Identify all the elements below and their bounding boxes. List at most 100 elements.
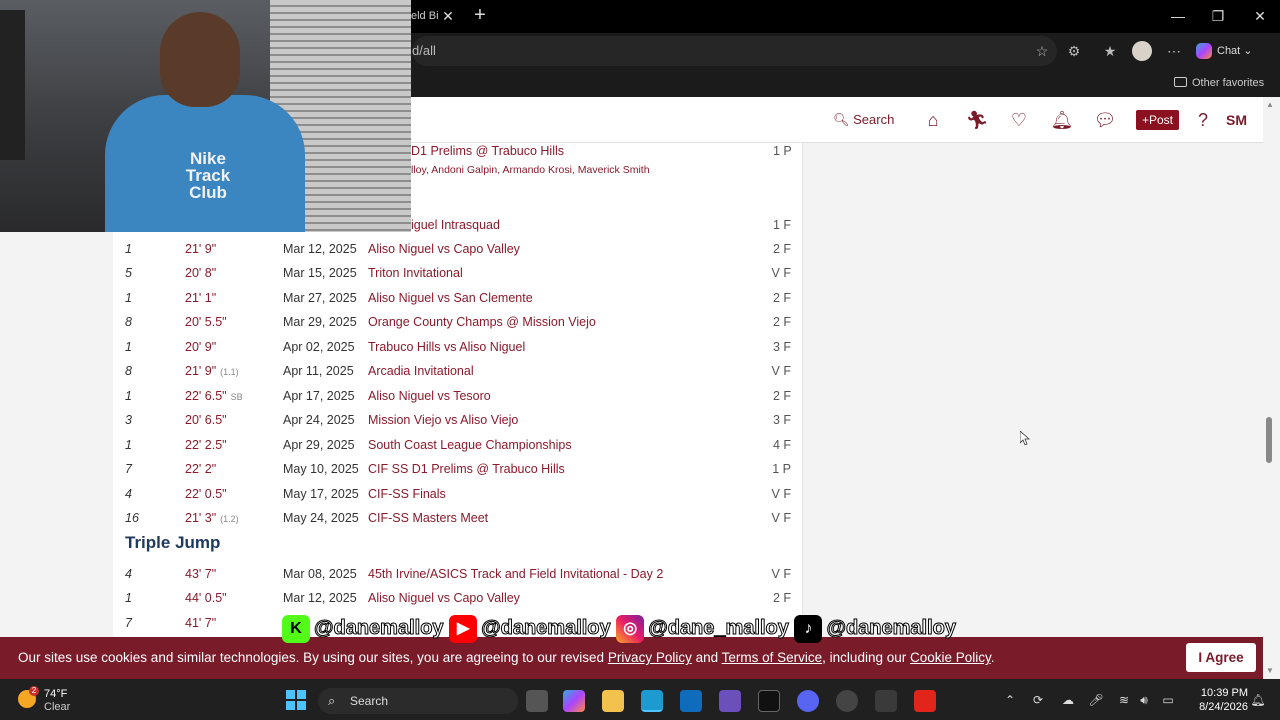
nav-search[interactable]: 🔍︎ Search bbox=[833, 109, 894, 131]
wifi-icon[interactable]: ≋ bbox=[1116, 691, 1132, 709]
post-button[interactable]: +Post bbox=[1136, 110, 1179, 130]
result-mark[interactable]: 41' 7" bbox=[185, 611, 220, 636]
athlete-link[interactable]: Andoni Galpin, bbox=[431, 164, 500, 176]
taskbar-search[interactable]: ⌕ Search bbox=[318, 688, 518, 714]
help-icon[interactable]: ? bbox=[1191, 108, 1215, 132]
close-window-icon[interactable]: ✕ bbox=[1250, 6, 1270, 26]
tab-close-icon[interactable]: ✕ bbox=[441, 5, 455, 27]
runner-icon[interactable]: 🏃︎ bbox=[965, 108, 989, 132]
result-mark[interactable]: 20' 8" bbox=[185, 261, 220, 286]
result-place: 7 bbox=[125, 462, 132, 477]
restore-icon[interactable]: ❐ bbox=[1208, 6, 1228, 26]
notifications-icon[interactable]: 🔔︎ bbox=[1250, 691, 1266, 709]
result-meet[interactable]: South Coast League Championships bbox=[368, 433, 572, 457]
minimize-icon[interactable]: — bbox=[1168, 6, 1188, 26]
result-meet[interactable]: Orange County Champs @ Mission Viejo bbox=[368, 310, 596, 334]
task-view-icon[interactable] bbox=[526, 690, 548, 712]
favorite-star-icon[interactable]: ☆ bbox=[1032, 41, 1052, 61]
result-mark[interactable]: 20' 9" bbox=[185, 335, 220, 360]
terms-link[interactable]: Terms of Service bbox=[722, 650, 823, 665]
url-field[interactable]: d/all bbox=[412, 36, 1057, 66]
result-date: Mar 27, 2025 bbox=[283, 290, 357, 305]
sync-icon[interactable]: ⟳ bbox=[1030, 691, 1046, 709]
result-meet[interactable]: CIF-SS Finals bbox=[368, 482, 446, 506]
cookie-policy-link[interactable]: Cookie Policy bbox=[910, 650, 991, 665]
result-meet[interactable]: Aliso Niguel vs San Clemente bbox=[368, 286, 533, 310]
discord-icon[interactable] bbox=[797, 690, 819, 712]
result-date: Apr 11, 2025 bbox=[283, 364, 354, 379]
result-mark[interactable]: 21' 1" bbox=[185, 286, 220, 311]
result-mark[interactable]: 22' 2" bbox=[185, 457, 220, 482]
result-meet[interactable]: CIF SS D1 Prelims @ Trabuco Hills bbox=[368, 457, 565, 481]
obs-icon[interactable] bbox=[836, 690, 858, 712]
partial-meet-link[interactable]: D1 Prelims @ Trabuco Hills bbox=[411, 141, 564, 161]
result-mark[interactable]: 21' 9" bbox=[185, 237, 220, 262]
mouse-cursor-icon bbox=[1020, 431, 1030, 445]
favorites-icon[interactable]: ★ bbox=[1100, 41, 1120, 61]
scroll-thumb[interactable] bbox=[1266, 417, 1272, 463]
microphone-icon[interactable]: 🎤︎ bbox=[1088, 691, 1104, 709]
tradingview-icon[interactable] bbox=[758, 690, 780, 712]
scroll-up-arrow-icon[interactable]: ▲ bbox=[1266, 100, 1276, 110]
result-mark[interactable]: 21' 9" (1.1) bbox=[185, 359, 239, 384]
result-meet[interactable]: Aliso Niguel vs Capo Valley bbox=[368, 586, 520, 610]
extensions-icon[interactable]: ⚙ bbox=[1064, 41, 1084, 61]
result-meet[interactable]: Trabuco Hills vs Aliso Niguel bbox=[368, 335, 525, 359]
result-date: Apr 24, 2025 bbox=[283, 413, 355, 428]
athlete-link[interactable]: Maverick Smith bbox=[578, 164, 650, 176]
agree-button[interactable]: I Agree bbox=[1186, 643, 1256, 672]
copilot-app-icon[interactable] bbox=[563, 690, 585, 712]
app-icon[interactable] bbox=[719, 690, 741, 712]
outlook-icon[interactable] bbox=[680, 690, 702, 712]
partial-meet-link-2[interactable]: iguel Intrasquad bbox=[411, 215, 500, 235]
result-meet[interactable]: Mission Viejo vs Aliso Viejo bbox=[368, 408, 518, 432]
athlete-link[interactable]: Armando Krosi, bbox=[502, 164, 574, 176]
result-mark[interactable]: 43' 7" bbox=[185, 562, 220, 587]
result-mark[interactable]: 44' 0.5" bbox=[185, 586, 231, 611]
result-meet[interactable]: 45th Irvine/ASICS Track and Field Invita… bbox=[368, 562, 663, 586]
result-mark[interactable]: 22' 2.5" bbox=[185, 433, 231, 458]
result-mark[interactable]: 22' 0.5" bbox=[185, 482, 231, 507]
result-date: Mar 12, 2025 bbox=[283, 242, 357, 256]
result-meet[interactable]: CIF-SS Masters Meet bbox=[368, 506, 488, 530]
new-tab-icon[interactable]: + bbox=[470, 5, 490, 27]
result-meet[interactable]: Triton Invitational bbox=[368, 261, 463, 285]
result-mark[interactable]: 20' 6.5" bbox=[185, 408, 231, 433]
tiktok-icon: ♪ bbox=[794, 614, 823, 643]
edge-browser-icon[interactable] bbox=[641, 690, 663, 712]
result-place: 7 bbox=[125, 615, 132, 630]
windows-start-icon[interactable] bbox=[286, 690, 306, 710]
privacy-policy-link[interactable]: Privacy Policy bbox=[608, 650, 692, 665]
result-meet[interactable]: Aliso Niguel vs Capo Valley bbox=[368, 237, 520, 261]
cloud-icon[interactable]: ☁ bbox=[1060, 691, 1076, 709]
more-menu-icon[interactable]: ⋯ bbox=[1164, 41, 1184, 61]
messages-icon[interactable]: 💬︎ bbox=[1093, 108, 1117, 132]
other-favorites-button[interactable]: Other favorites bbox=[1174, 75, 1264, 91]
page-scrollbar[interactable] bbox=[1263, 97, 1280, 679]
app-red-icon[interactable] bbox=[914, 690, 936, 712]
result-meet[interactable]: Arcadia Invitational bbox=[368, 359, 474, 383]
file-explorer-icon[interactable] bbox=[602, 690, 624, 712]
volume-icon[interactable]: 🔊︎ bbox=[1136, 691, 1152, 709]
result-mark[interactable]: 21' 3" (1.2) bbox=[185, 506, 239, 531]
result-row: 16 21' 3" (1.2) May 24, 2025 CIF-SS Masters … bbox=[113, 506, 802, 530]
weather-widget[interactable]: 2 74°F Clear bbox=[18, 686, 108, 714]
store-icon[interactable] bbox=[875, 690, 897, 712]
result-mark[interactable]: 22' 6.5" SB bbox=[185, 384, 243, 409]
system-clock[interactable]: 10:39 PM 8/24/2026 bbox=[1188, 686, 1248, 714]
tray-overflow-icon[interactable]: ⌃ bbox=[1002, 691, 1018, 709]
heart-icon[interactable]: ♡ bbox=[1007, 108, 1031, 132]
copilot-chat-button[interactable]: Chat ⌄ bbox=[1196, 40, 1276, 62]
athlete-link[interactable]: lloy, bbox=[411, 164, 429, 176]
home-icon[interactable]: ⌂ bbox=[921, 108, 945, 132]
battery-icon[interactable]: ▭ bbox=[1160, 691, 1176, 709]
result-meet[interactable]: Aliso Niguel vs Tesoro bbox=[368, 384, 491, 408]
user-menu[interactable]: SM bbox=[1226, 109, 1247, 131]
result-place: 8 bbox=[125, 315, 132, 330]
scroll-down-arrow-icon[interactable]: ▼ bbox=[1266, 666, 1276, 676]
result-mark[interactable]: 20' 5.5" bbox=[185, 310, 231, 335]
result-place: 1 bbox=[125, 388, 132, 403]
result-row: 1 21' 9" Mar 12, 2025 Aliso Niguel vs Capo … bbox=[113, 237, 802, 261]
profile-avatar[interactable] bbox=[1132, 41, 1152, 61]
bell-icon[interactable]: 🔔︎ bbox=[1050, 108, 1074, 132]
